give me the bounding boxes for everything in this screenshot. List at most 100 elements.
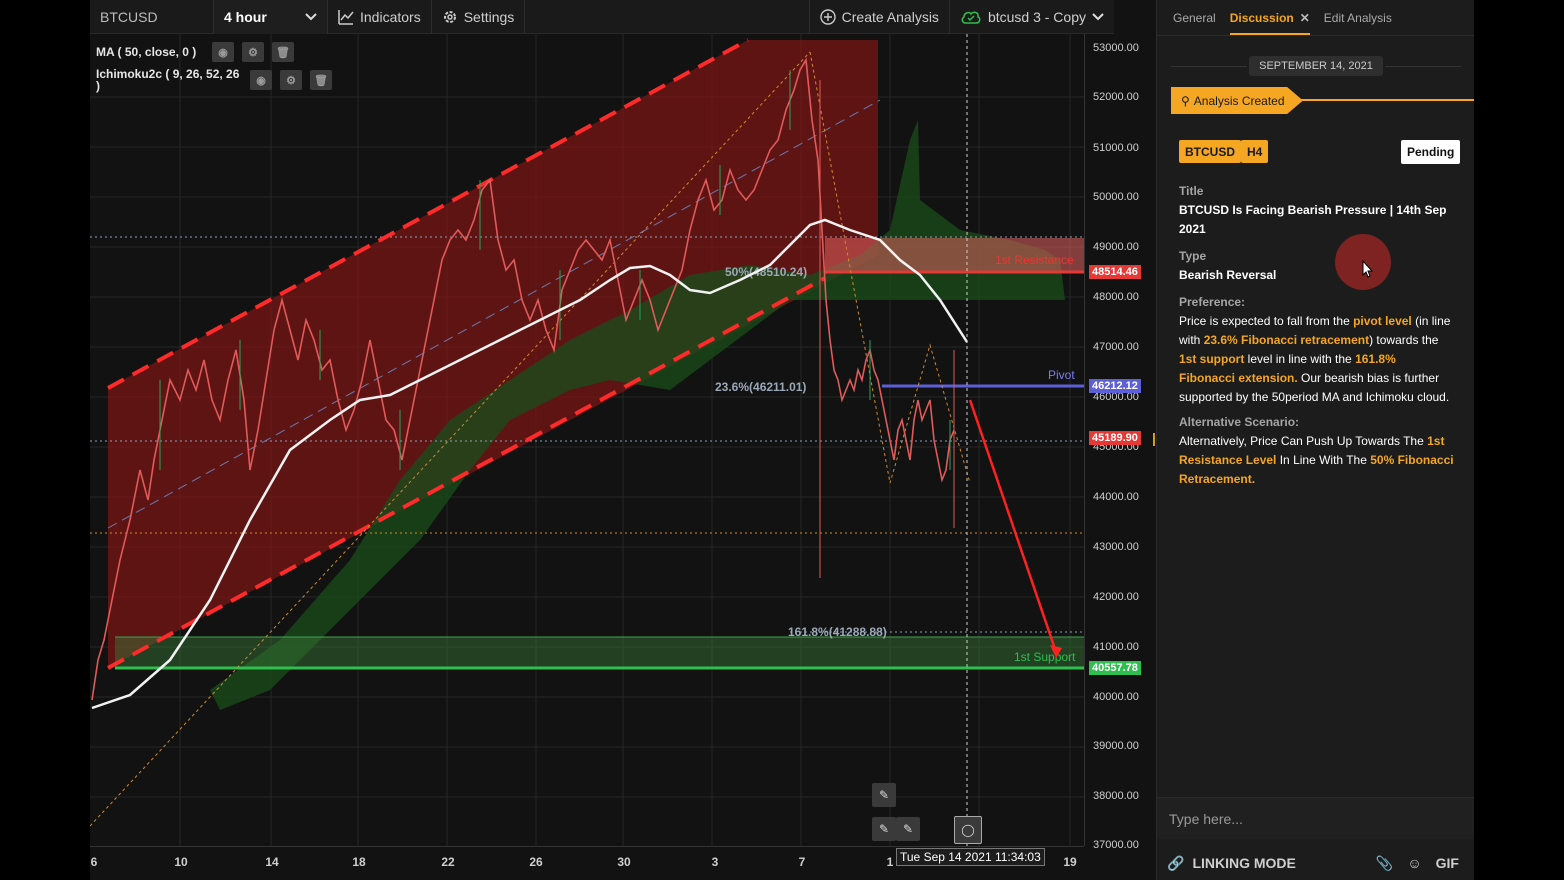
pencil-icon[interactable]: ✎	[872, 817, 896, 841]
pencil-icon[interactable]: ✎	[896, 817, 920, 841]
line-chart-icon	[338, 9, 354, 25]
timeframe-tag: H4	[1241, 140, 1269, 163]
current-price-tag: 45189.90	[1089, 431, 1141, 445]
layout-name: btcusd 3 - Copy	[987, 8, 1086, 25]
close-icon[interactable]: ✕	[1300, 11, 1310, 25]
fib-236-label: 23.6%(46211.01)	[715, 380, 806, 394]
fib-1618-label: 161.8%(41288.88)	[788, 625, 887, 639]
date-divider	[1385, 66, 1461, 67]
app-root: BTCUSD 4 hour Indicators Settings Create…	[0, 0, 1564, 880]
legend-ma: MA ( 50, close, 0 ) ◉ ⚙ 🗑	[96, 42, 332, 62]
alternative-label: Alternative Scenario:	[1179, 415, 1300, 429]
preference-label: Preference:	[1179, 295, 1246, 309]
date-chip: SEPTEMBER 14, 2021	[1249, 56, 1383, 76]
highlight-span: 1st support	[1179, 352, 1245, 366]
symbol-label: BTCUSD	[100, 8, 158, 25]
trash-icon[interactable]: 🗑	[272, 42, 294, 62]
price-tick: 50000.00	[1093, 191, 1139, 203]
mouse-cursor-icon	[1362, 260, 1374, 278]
price-axis[interactable]: 53000.00 52000.00 51000.00 50000.00 4900…	[1084, 34, 1156, 851]
time-tick: 6	[90, 855, 98, 869]
comment-input[interactable]: Type here...	[1157, 797, 1475, 839]
eye-icon[interactable]: ◉	[212, 42, 234, 62]
text-span: Alternatively, Price Can Push Up Towards…	[1179, 434, 1428, 448]
support-zone	[115, 637, 1084, 669]
time-tick: 19	[1063, 855, 1077, 869]
title-value: BTCUSD Is Facing Bearish Pressure | 14th…	[1179, 203, 1447, 236]
projection-arrow	[968, 399, 1058, 653]
highlight-span: 23.6% Fibonacci retracement	[1203, 333, 1370, 347]
highlight-span: pivot level	[1353, 314, 1412, 328]
analysis-panel: General Discussion ✕ Edit Analysis SEPTE…	[1156, 0, 1475, 880]
chevron-down-icon	[305, 12, 317, 20]
emoji-icon[interactable]: ☺	[1407, 855, 1421, 871]
create-analysis-button[interactable]: Create Analysis	[808, 0, 950, 34]
gear-icon	[443, 10, 456, 23]
time-tick: 30	[617, 855, 631, 869]
date-divider	[1171, 66, 1247, 67]
title-label: Title	[1179, 184, 1204, 198]
pencil-icon[interactable]: ✎	[872, 783, 896, 807]
price-tick: 42000.00	[1093, 591, 1139, 603]
pivot-price-tag: 46212.12	[1089, 379, 1141, 393]
crosshair-time-label: Tue Sep 14 2021 11:34:03	[896, 848, 1045, 866]
footer-actions: 📎 ☺ GIF	[1376, 855, 1459, 872]
price-tick: 52000.00	[1093, 91, 1139, 103]
price-tick: 48000.00	[1093, 291, 1139, 303]
price-tick: 41000.00	[1093, 641, 1139, 653]
gear-icon[interactable]: ⚙	[280, 70, 302, 90]
price-chart[interactable]: 1st Resistance 1st Support Pivot 50%(485…	[90, 34, 1084, 846]
tab-discussion-label: Discussion	[1229, 11, 1294, 25]
time-tick: 3	[711, 855, 719, 869]
price-tick: 40000.00	[1093, 691, 1139, 703]
time-tick: 26	[529, 855, 543, 869]
price-tick: 43000.00	[1093, 541, 1139, 553]
price-tick: 44000.00	[1093, 491, 1139, 503]
attachment-icon[interactable]: 📎	[1376, 855, 1393, 872]
time-tick: 14	[265, 855, 279, 869]
price-tick: 37000.00	[1093, 839, 1139, 851]
legend-ichimoku: Ichimoku2c ( 9, 26, 52, 26 ) ◉ ⚙ 🗑	[96, 68, 332, 92]
tab-general-label: General	[1173, 11, 1216, 25]
gif-button[interactable]: GIF	[1436, 855, 1459, 871]
panel-footer: 🔗 LINKING MODE 📎 ☺ GIF	[1157, 846, 1475, 880]
tab-discussion[interactable]: Discussion ✕	[1229, 11, 1310, 35]
chart-area[interactable]: BTCUSD 4 hour Indicators Settings Create…	[90, 0, 1156, 880]
analysis-created-banner: ⚲ Analysis Created	[1171, 87, 1303, 114]
settings-button[interactable]: Settings	[432, 0, 526, 34]
created-line	[1301, 99, 1475, 101]
comment-placeholder: Type here...	[1169, 810, 1243, 827]
linking-mode-toggle[interactable]: LINKING MODE	[1192, 855, 1295, 871]
indicators-button[interactable]: Indicators	[328, 0, 432, 34]
lightbulb-icon[interactable]: ◯	[954, 816, 982, 844]
link-icon[interactable]: 🔗	[1167, 855, 1184, 872]
price-tick: 49000.00	[1093, 241, 1139, 253]
trash-icon[interactable]: 🗑	[310, 70, 332, 90]
cloud-check-icon	[961, 11, 981, 24]
eye-icon[interactable]: ◉	[250, 70, 272, 90]
plus-circle-icon	[819, 8, 836, 25]
price-tick: 47000.00	[1093, 341, 1139, 353]
indicator-legend: MA ( 50, close, 0 ) ◉ ⚙ 🗑 Ichimoku2c ( 9…	[96, 42, 332, 98]
tab-general[interactable]: General	[1173, 11, 1216, 35]
preference-text: Price is expected to fall from the pivot…	[1179, 312, 1455, 407]
chart-toolbar: BTCUSD 4 hour Indicators Settings Create…	[90, 0, 1114, 34]
status-badge: Pending	[1401, 140, 1461, 164]
price-tick: 39000.00	[1093, 740, 1139, 752]
text-span: In Line With The	[1276, 453, 1371, 467]
lightbulb-icon: ⚲	[1181, 93, 1190, 108]
layout-selector[interactable]: btcusd 3 - Copy	[950, 0, 1114, 34]
price-tick: 38000.00	[1093, 790, 1139, 802]
type-label: Type	[1179, 249, 1207, 263]
pivot-label: Pivot	[1048, 368, 1075, 382]
time-tick: 18	[352, 855, 366, 869]
time-tick: 22	[441, 855, 455, 869]
time-tick: 7	[798, 855, 806, 869]
interval-dropdown[interactable]: 4 hour	[214, 0, 328, 34]
tab-edit-analysis[interactable]: Edit Analysis	[1324, 11, 1392, 35]
text-span: Price is expected to fall from the	[1179, 314, 1354, 328]
symbol-selector[interactable]: BTCUSD	[90, 0, 214, 34]
resistance-price-tag: 48514.46	[1089, 265, 1141, 279]
gear-icon[interactable]: ⚙	[242, 42, 264, 62]
interval-label: 4 hour	[224, 8, 267, 25]
